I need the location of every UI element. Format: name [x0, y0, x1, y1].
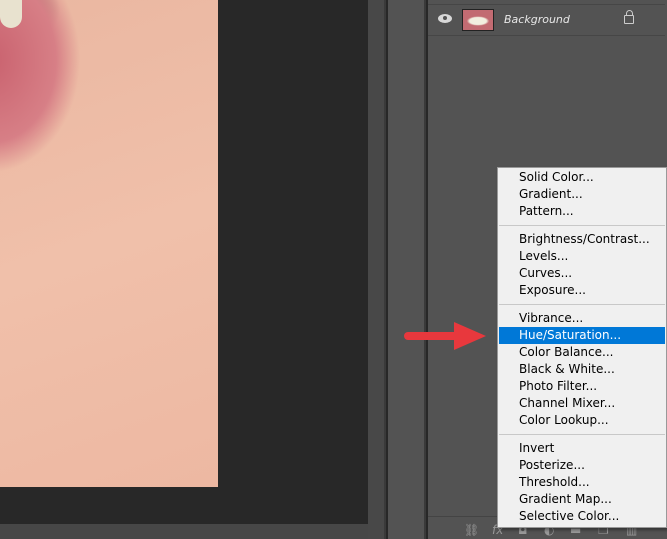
- menu-item-pattern[interactable]: Pattern...: [499, 203, 665, 220]
- status-bar: [0, 524, 368, 539]
- panel-dock-column: [388, 0, 426, 539]
- menu-item-vibrance[interactable]: Vibrance...: [499, 310, 665, 327]
- menu-item-levels[interactable]: Levels...: [499, 248, 665, 265]
- menu-item-color-lookup[interactable]: Color Lookup...: [499, 412, 665, 429]
- adjustment-layer-menu: Solid Color... Gradient... Pattern... Brigh…: [497, 167, 667, 528]
- eye-icon[interactable]: [438, 14, 452, 23]
- layer-thumbnail: [462, 9, 494, 31]
- layer-row-background[interactable]: Background: [428, 4, 665, 36]
- menu-separator: [499, 304, 665, 305]
- menu-item-gradient[interactable]: Gradient...: [499, 186, 665, 203]
- red-arrow-annotation: [404, 322, 486, 350]
- menu-item-solid-color[interactable]: Solid Color...: [499, 169, 665, 186]
- menu-item-exposure[interactable]: Exposure...: [499, 282, 665, 299]
- lock-icon: [624, 10, 634, 24]
- menu-item-curves[interactable]: Curves...: [499, 265, 665, 282]
- menu-item-gradient-map[interactable]: Gradient Map...: [499, 491, 665, 508]
- panel-collapsed-column: [368, 0, 386, 539]
- menu-separator: [499, 225, 665, 226]
- menu-item-selective-color[interactable]: Selective Color...: [499, 508, 665, 525]
- layer-name[interactable]: Background: [504, 13, 570, 26]
- menu-item-channel-mixer[interactable]: Channel Mixer...: [499, 395, 665, 412]
- menu-item-photo-filter[interactable]: Photo Filter...: [499, 378, 665, 395]
- menu-item-brightness-contrast[interactable]: Brightness/Contrast...: [499, 231, 665, 248]
- menu-item-hue-saturation[interactable]: Hue/Saturation...: [499, 327, 665, 344]
- menu-separator: [499, 434, 665, 435]
- menu-item-color-balance[interactable]: Color Balance...: [499, 344, 665, 361]
- menu-item-threshold[interactable]: Threshold...: [499, 474, 665, 491]
- menu-item-posterize[interactable]: Posterize...: [499, 457, 665, 474]
- menu-item-black-white[interactable]: Black & White...: [499, 361, 665, 378]
- menu-item-invert[interactable]: Invert: [499, 440, 665, 457]
- photo-image: [0, 0, 218, 487]
- link-icon[interactable]: ⛓: [464, 523, 479, 537]
- tooth: [0, 0, 22, 28]
